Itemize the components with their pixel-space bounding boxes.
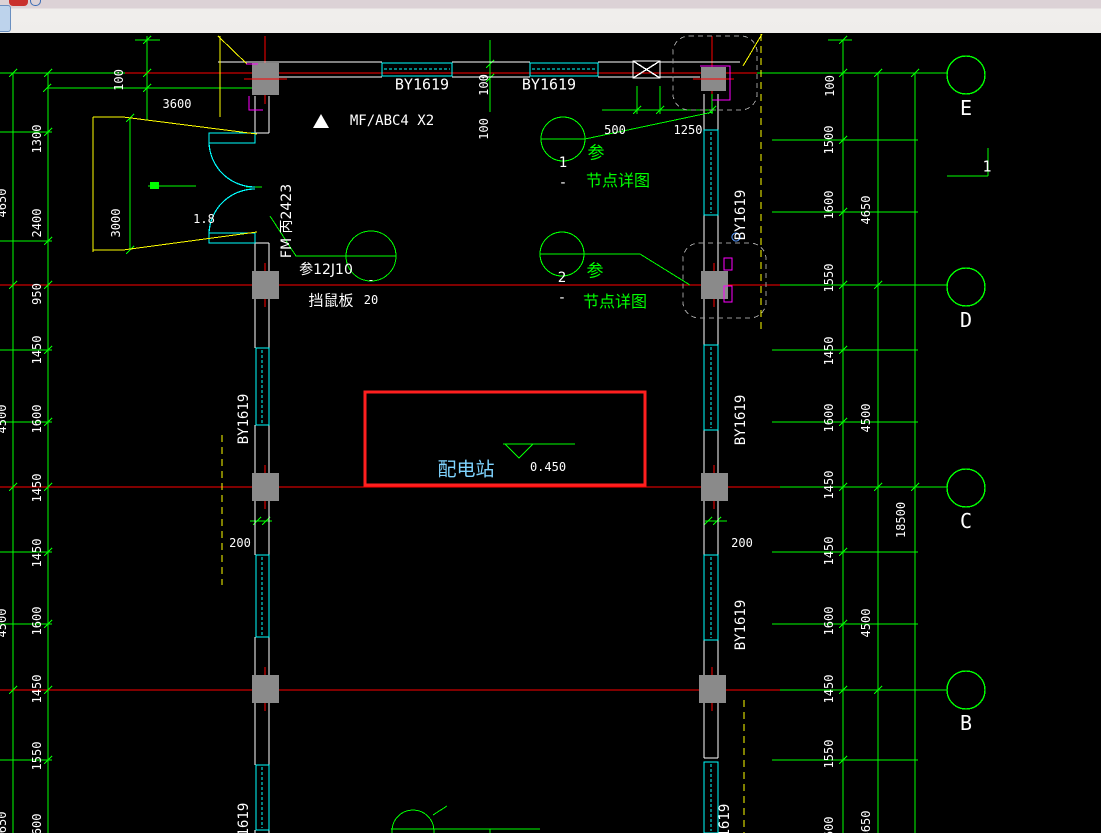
window-tag: BY1619: [236, 802, 252, 833]
callout-bubble-bottom: 20: [363, 293, 379, 307]
dim-label: 4500: [0, 608, 9, 638]
dim-label: 1450: [822, 336, 836, 366]
dim-label: 1600: [30, 606, 44, 636]
callout-note: 节点详图: [585, 171, 651, 190]
drawing-linework: [0, 33, 989, 833]
dim-label: 1300: [30, 124, 44, 154]
dim-label: 1450: [30, 335, 44, 365]
dim-label: 18500: [894, 501, 908, 539]
callout-ref: 参: [587, 143, 605, 164]
window-tag: BY1619: [394, 75, 450, 94]
grid-lines-red: [0, 36, 780, 711]
dim-label: 1600: [822, 190, 836, 220]
dim-label: 100: [477, 74, 491, 96]
dim-label: 100: [112, 69, 126, 91]
dim-label: 2400: [30, 208, 44, 238]
dim-label: 3000: [109, 208, 123, 238]
dim-label: 1600: [822, 816, 836, 833]
hidden-lines-yellow: [221, 34, 762, 833]
dim-label: 1600: [30, 813, 44, 833]
dim-label: 100: [823, 75, 837, 97]
window-tag: BY1619: [236, 393, 252, 445]
selection-highlight-rect[interactable]: [363, 390, 647, 487]
callout-leaders: [269, 111, 989, 833]
toolbar-icon-fragment: [30, 0, 41, 6]
dim-label: 1600: [30, 404, 44, 434]
grid-bubble-B: B: [959, 711, 973, 735]
window-tag: BY1619: [733, 394, 749, 446]
callout-note: 节点详图: [582, 292, 648, 311]
dim-label: 4500: [0, 404, 9, 434]
dim-label: 1600: [822, 606, 836, 636]
elevation-value: 0.450: [529, 460, 567, 474]
room-name[interactable]: 配电站: [437, 460, 494, 480]
cad-application-window: BY1619 BY1619 100 100 MF/ABC4 X2 3600 10…: [0, 0, 1101, 833]
dim-label: 1450: [822, 674, 836, 704]
grid-bubble-D: D: [959, 308, 973, 332]
callout-bubble-bottom: -: [557, 290, 567, 306]
window-tag: BY1619: [717, 803, 733, 833]
dim-label: 1550: [822, 263, 836, 293]
callout-bubble-top: 1: [558, 155, 568, 171]
dim-label: 4650: [859, 195, 873, 225]
dim-label: 3600: [162, 97, 192, 111]
dim-label: 1550: [30, 741, 44, 771]
dim-label: 950: [30, 283, 44, 305]
callout-bubble-bottom: -: [558, 175, 568, 191]
slope-arrow-icon: [150, 182, 159, 189]
dimension-ticks: [8, 35, 920, 765]
structural-columns: [252, 63, 728, 703]
dimension-lines-green: [0, 35, 947, 833]
drawing-canvas[interactable]: BY1619 BY1619 100 100 MF/ABC4 X2 3600 10…: [0, 33, 1101, 833]
dim-label: 500: [604, 123, 626, 137]
extinguisher-triangle-icon: [313, 114, 329, 128]
window-tag: BY1619: [733, 189, 749, 241]
grid-bubbles: [946, 55, 986, 710]
extinguisher-label: MF/ABC4 X2: [349, 113, 435, 129]
dim-label: 4650: [859, 810, 873, 833]
grid-bubble-C: C: [959, 509, 973, 533]
dim-label: 4500: [859, 608, 873, 638]
dim-label: 1450: [822, 470, 836, 500]
app-logo-fragment-icon: [9, 0, 28, 6]
dim-label: 1500: [822, 125, 836, 155]
dim-label: 4650: [0, 188, 9, 218]
dim-label: 1250: [673, 123, 703, 137]
dim-label: 1450: [30, 538, 44, 568]
callout-ref: 参: [586, 261, 604, 282]
dim-label: 200: [731, 536, 753, 550]
dim-label: 1450: [822, 536, 836, 566]
dim-label: 100: [477, 118, 491, 140]
callout-label: 挡鼠板: [308, 291, 354, 310]
elevation-marker: [503, 443, 575, 459]
dim-label: 1450: [30, 473, 44, 503]
callout-bubble-top: 2: [557, 270, 567, 286]
window-tag: BY1619: [521, 75, 577, 94]
dim-label: 1600: [822, 403, 836, 433]
double-door-symbol: [208, 132, 256, 244]
door-tag: FM 丙2423: [279, 183, 295, 259]
wall-lines: [218, 60, 740, 833]
toolbar-strip: [0, 0, 1101, 34]
grid-bubble-E: E: [959, 96, 973, 120]
toolbar-button-fragment[interactable]: [0, 5, 11, 32]
dim-label: 1550: [822, 739, 836, 769]
window-tag: BY1619: [733, 599, 749, 651]
dim-label: 4500: [859, 403, 873, 433]
dim-label: 200: [229, 536, 251, 550]
dim-label: 1450: [30, 674, 44, 704]
section-mark-label: 1: [982, 157, 992, 176]
slope-label: 1.8: [193, 212, 215, 226]
dim-label: 4650: [0, 811, 9, 833]
callout-bubble-top: -: [367, 273, 375, 287]
callout-ref: 参12J10: [299, 262, 353, 278]
